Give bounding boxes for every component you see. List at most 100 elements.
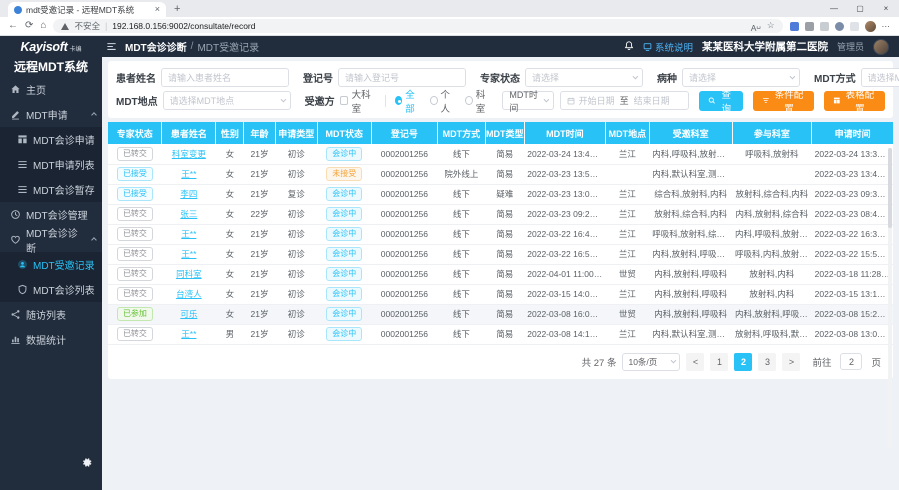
- expert-status-badge: 已转交: [117, 327, 153, 341]
- table-config-button[interactable]: 表格配置: [824, 91, 885, 111]
- extension-icon[interactable]: [820, 22, 829, 31]
- sidebar-item[interactable]: MDT申请列表: [0, 152, 102, 177]
- sidebar-item[interactable]: 主页: [0, 77, 102, 102]
- cell-apply-type: 初诊: [275, 244, 317, 264]
- mdt-status-badge: 会诊中: [326, 267, 362, 281]
- browser-menu-icon[interactable]: ⋯: [882, 21, 892, 32]
- patient-name-link[interactable]: 可乐: [180, 309, 197, 319]
- home-icon[interactable]: ⌂: [40, 21, 46, 31]
- mdt-status-badge: 未接受: [326, 167, 362, 181]
- cell-age: 21岁: [244, 144, 275, 164]
- cell-mdt-place: 兰江: [605, 284, 649, 304]
- address-bar[interactable]: 不安全 | 192.168.0.156:9002/consultate/reco…: [53, 19, 782, 33]
- sidebar-item[interactable]: MDT受邀记录: [0, 252, 102, 277]
- big-dept-checkbox[interactable]: [340, 96, 348, 105]
- sidebar-item-label: MDT会诊列表: [33, 282, 95, 297]
- page-button[interactable]: 3: [758, 353, 776, 371]
- mdt-place-select[interactable]: 请选择MDT地点: [163, 91, 291, 110]
- system-doc-link[interactable]: 系统说明: [643, 40, 693, 54]
- sidebar-item-label: MDT会诊诊断: [26, 225, 87, 255]
- extension-icon[interactable]: [805, 22, 814, 31]
- disease-select[interactable]: 请选择: [682, 68, 800, 87]
- invitee-radio-dept[interactable]: 科室: [465, 87, 491, 115]
- next-page-button[interactable]: >: [782, 353, 800, 371]
- expert-status-select[interactable]: 请选择: [525, 68, 643, 87]
- patient-name-link[interactable]: 张三: [180, 209, 197, 219]
- favorite-star-icon[interactable]: ☆: [767, 20, 775, 31]
- invitee-radio-personal[interactable]: 个人: [430, 87, 456, 115]
- condition-config-button[interactable]: 条件配置: [753, 91, 814, 111]
- jump-page-input[interactable]: [840, 353, 862, 370]
- reg-no-input[interactable]: [338, 68, 466, 87]
- extension-icon[interactable]: [790, 22, 799, 31]
- patient-name-link[interactable]: 李四: [180, 189, 197, 199]
- breadcrumb-current: MDT受邀记录: [197, 39, 259, 54]
- window-minimize-button[interactable]: —: [821, 0, 847, 17]
- search-button[interactable]: 查询: [699, 91, 744, 111]
- patient-name-link[interactable]: 科室变更: [172, 149, 206, 159]
- date-range-input[interactable]: 开始日期 至 结束日期: [560, 91, 689, 110]
- back-icon[interactable]: ←: [8, 21, 18, 31]
- sidebar-item[interactable]: 随访列表: [0, 302, 102, 327]
- patient-name-input[interactable]: [161, 68, 289, 87]
- patient-name-link[interactable]: 王**: [181, 329, 196, 339]
- time-field-select[interactable]: MDT时间: [502, 91, 553, 110]
- patient-name-link[interactable]: 王**: [181, 249, 196, 259]
- extension-icon[interactable]: [850, 22, 859, 31]
- page-size-select[interactable]: 10条/页: [622, 353, 680, 371]
- sidebar-item[interactable]: MDT会诊诊断: [0, 227, 102, 252]
- patient-name-link[interactable]: 王**: [181, 169, 196, 179]
- browser-tab[interactable]: mdt受邀记录 - 远程MDT系统 ×: [8, 2, 166, 17]
- cell-patient: 王**: [162, 324, 216, 344]
- collapse-sidebar-icon[interactable]: [106, 41, 117, 52]
- sidebar-item[interactable]: MDT会诊列表: [0, 277, 102, 302]
- cell-age: 21岁: [244, 224, 275, 244]
- chevron-up-icon: [91, 237, 97, 243]
- window-close-button[interactable]: ×: [873, 0, 899, 17]
- shield-icon: [17, 284, 28, 295]
- gear-icon[interactable]: [81, 455, 92, 466]
- sidebar-item[interactable]: MDT会诊申请: [0, 127, 102, 152]
- cell-apply-time: 2022-03-18 11:28:25: [812, 264, 893, 284]
- column-header: 患者姓名: [162, 122, 216, 144]
- calendar-icon: [567, 97, 575, 105]
- prev-page-button[interactable]: <: [686, 353, 704, 371]
- cell-mdt-mode: 线下: [438, 324, 486, 344]
- mdt-status-badge: 会诊中: [326, 207, 362, 221]
- bell-icon[interactable]: [624, 38, 634, 56]
- user-avatar[interactable]: [873, 39, 889, 55]
- sidebar-item-label: MDT会诊暂存: [33, 182, 95, 197]
- refresh-icon[interactable]: ⟳: [25, 21, 33, 31]
- cell-apply-time: 2022-03-24 13:37:44: [812, 144, 893, 164]
- browser-profile-avatar[interactable]: [865, 21, 876, 32]
- table-scrollbar[interactable]: [888, 148, 892, 448]
- patient-name-link[interactable]: 同科室: [176, 269, 202, 279]
- sidebar-item[interactable]: MDT会诊暂存: [0, 177, 102, 202]
- extension-icon[interactable]: [835, 22, 844, 31]
- cell-expert-status: 已转交: [108, 144, 162, 164]
- window-maximize-button[interactable]: ▢: [847, 0, 873, 17]
- page-button[interactable]: 2: [734, 353, 752, 371]
- breadcrumb-parent[interactable]: MDT会诊诊断: [125, 39, 187, 54]
- sidebar-item[interactable]: MDT会诊管理: [0, 202, 102, 227]
- new-tab-button[interactable]: +: [174, 3, 180, 15]
- read-aloud-icon[interactable]: A␣: [751, 20, 761, 33]
- mdt-status-badge: 会诊中: [326, 307, 362, 321]
- cell-apply-time: 2022-03-08 15:24:58: [812, 304, 893, 324]
- chevron-up-icon: [91, 112, 97, 118]
- invitee-radio-all[interactable]: 全部: [395, 87, 421, 115]
- security-label: 不安全: [74, 20, 100, 32]
- mdt-mode-select[interactable]: 请选择MDT方式: [861, 68, 899, 87]
- patient-name-link[interactable]: 王**: [181, 229, 196, 239]
- page-button[interactable]: 1: [710, 353, 728, 371]
- user-role[interactable]: 管理员: [837, 40, 864, 53]
- cell-age: 21岁: [244, 264, 275, 284]
- cell-mdt-mode: 线下: [438, 304, 486, 324]
- patient-name-link[interactable]: 台湾人: [176, 289, 202, 299]
- cell-mdt-place: [605, 164, 649, 184]
- tab-close-icon[interactable]: ×: [155, 5, 160, 14]
- cell-mdt-time: 2022-03-15 14:00:00: [524, 284, 605, 304]
- chevron-down-icon: [790, 73, 796, 79]
- sidebar-item[interactable]: MDT申请: [0, 102, 102, 127]
- sidebar-item[interactable]: 数据统计: [0, 327, 102, 352]
